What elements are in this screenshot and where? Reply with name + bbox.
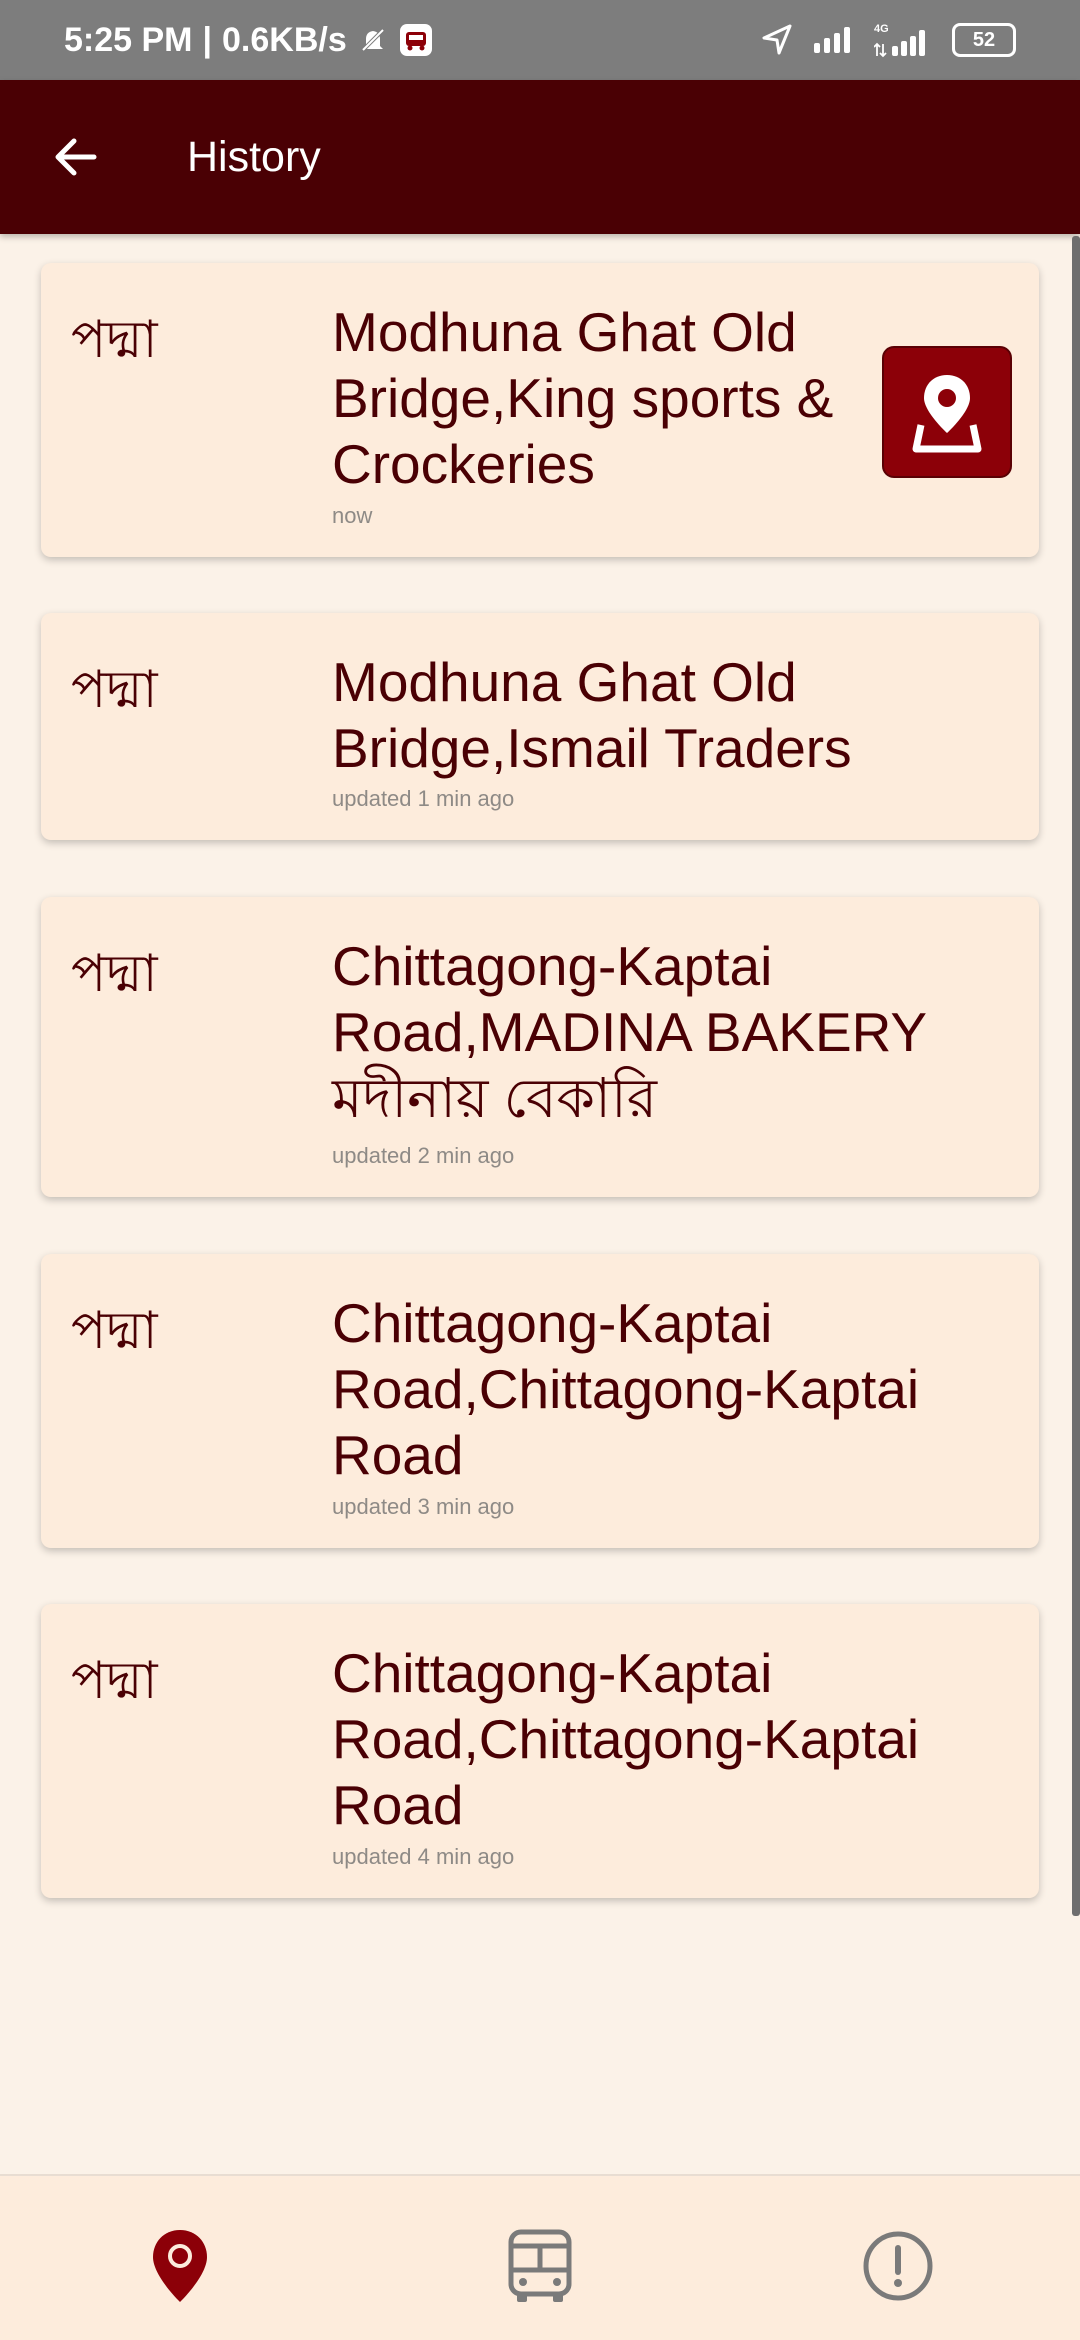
nav-report-button[interactable]	[858, 2226, 938, 2306]
updated-time: updated 4 min ago	[332, 1844, 515, 1869]
route-name: পদ্মা	[71, 944, 158, 1004]
scrollbar[interactable]	[1072, 236, 1080, 1916]
place-name: Modhuna Ghat Old Bridge,King sports & Cr…	[332, 301, 834, 495]
map-pin-icon	[912, 375, 982, 453]
place-name: Chittagong-Kaptai Road,MADINA BAKERY মদী…	[332, 935, 927, 1129]
bus-icon	[508, 2229, 572, 2302]
place-name: Chittagong-Kaptai Road,Chittagong-Kaptai…	[332, 1292, 920, 1486]
nav-bus-button[interactable]	[500, 2226, 580, 2306]
updated-time: updated 2 min ago	[332, 1143, 515, 1168]
route-name: পদ্মা	[71, 660, 158, 720]
network-speed: 0.6KB/s	[222, 20, 347, 59]
page-title: History	[187, 132, 321, 181]
status-bar: 5:25 PM | 0.6KB/s 4G 52	[0, 0, 1080, 80]
network-type-label: 4G	[874, 23, 889, 35]
status-time: 5:25 PM	[64, 20, 193, 59]
battery-indicator: 52	[952, 23, 1016, 57]
route-name: পদ্মা	[71, 1651, 158, 1711]
signal-4g-icon: 4G	[874, 22, 934, 58]
place-name: Modhuna Ghat Old Bridge,Ismail Traders	[332, 651, 852, 779]
history-card[interactable]: পদ্মা Chittagong-Kaptai Road,Chittagong-…	[41, 1604, 1039, 1898]
history-card[interactable]: পদ্মা Chittagong-Kaptai Road,Chittagong-…	[41, 1254, 1039, 1548]
status-left: 5:25 PM | 0.6KB/s	[64, 0, 433, 80]
status-right: 4G 52	[760, 0, 1016, 80]
place-name: Chittagong-Kaptai Road,Chittagong-Kaptai…	[332, 1642, 920, 1836]
history-card[interactable]: পদ্মা Modhuna Ghat Old Bridge,Ismail Tra…	[41, 613, 1039, 840]
back-button[interactable]	[38, 120, 112, 194]
route-name: পদ্মা	[71, 1301, 158, 1361]
location-pin-icon	[153, 2230, 207, 2302]
history-card[interactable]: পদ্মা Chittagong-Kaptai Road,MADINA BAKE…	[41, 897, 1039, 1197]
signal-icon	[812, 25, 856, 55]
app-bar: History	[0, 80, 1080, 234]
updated-time: updated 1 min ago	[332, 786, 515, 811]
mute-icon	[357, 24, 389, 56]
updated-time: now	[332, 503, 373, 528]
nav-history-button[interactable]	[140, 2226, 220, 2306]
app-notification-icon	[399, 23, 433, 57]
status-separator: |	[202, 20, 213, 59]
location-arrow-icon	[760, 23, 794, 57]
arrow-left-icon	[55, 138, 97, 176]
app-root: 5:25 PM | 0.6KB/s 4G 52 History পদ্মা Mo…	[0, 0, 1080, 2340]
bottom-navigation	[0, 2174, 1080, 2340]
route-name: পদ্মা	[71, 310, 158, 370]
updated-time: updated 3 min ago	[332, 1494, 515, 1519]
history-card[interactable]: পদ্মা Modhuna Ghat Old Bridge,King sport…	[41, 263, 1039, 557]
show-on-map-button[interactable]	[882, 346, 1012, 478]
alert-circle-icon	[863, 2231, 933, 2301]
